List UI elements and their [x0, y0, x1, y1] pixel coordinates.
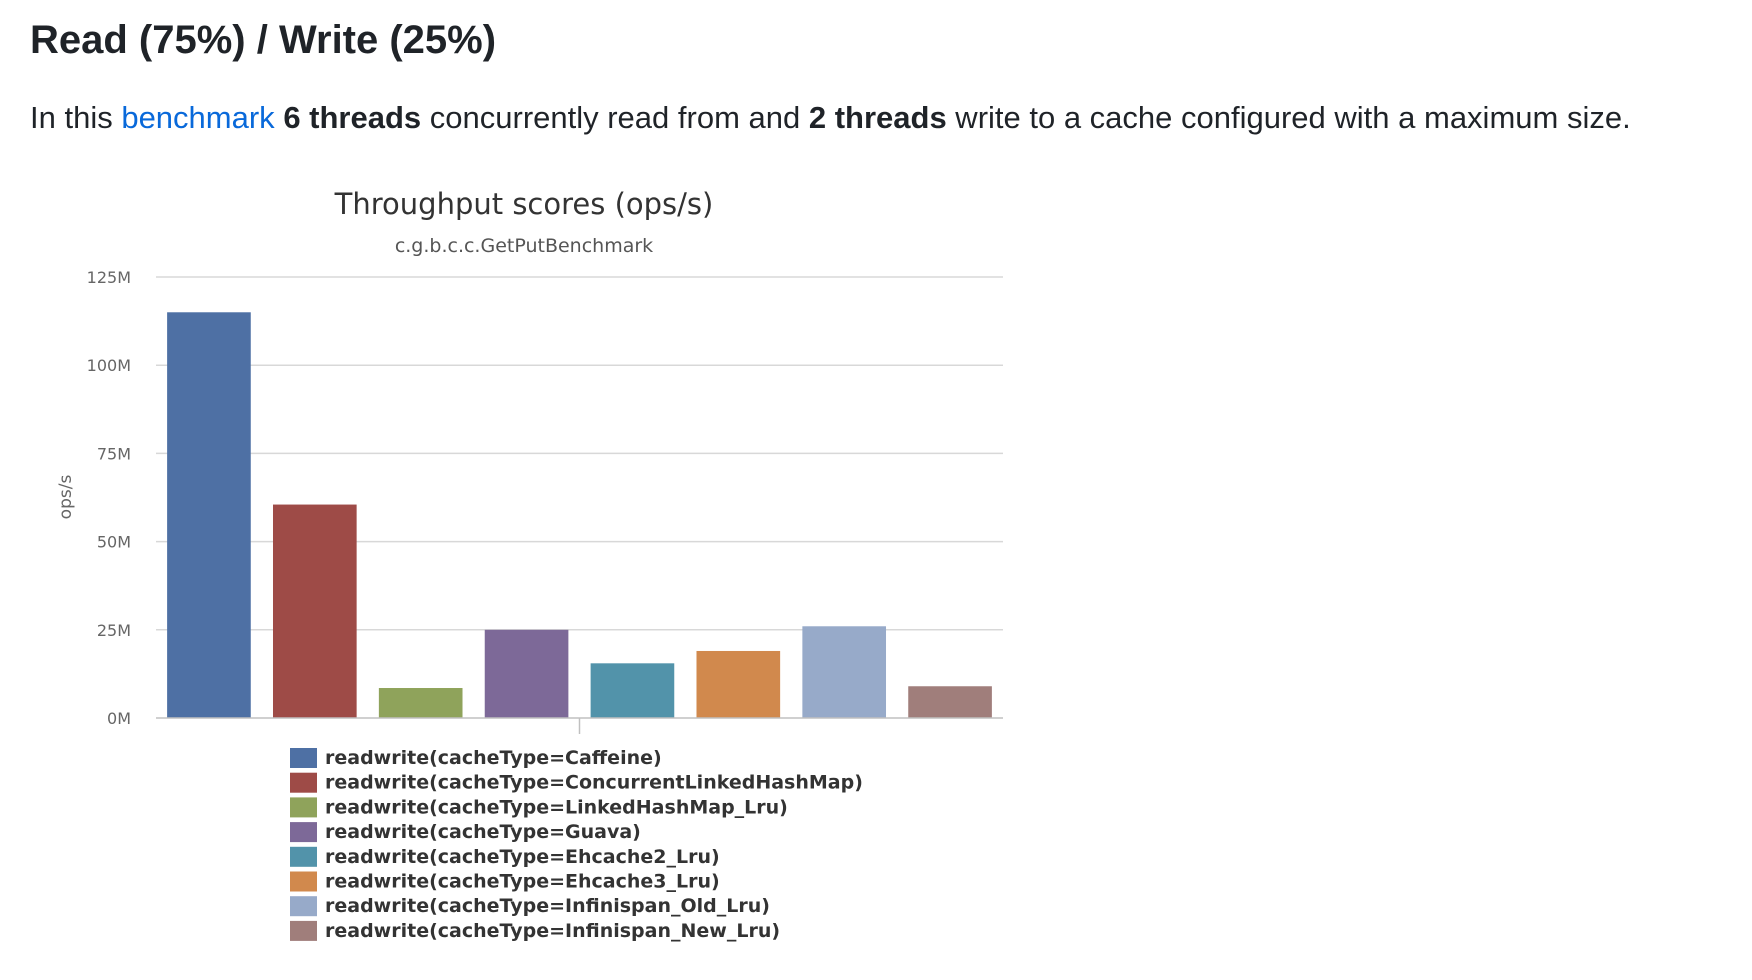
intro-prefix: In this — [30, 100, 122, 135]
intro-paragraph: In this benchmark 6 threads concurrently… — [30, 96, 1631, 140]
legend-label[interactable]: readwrite(cacheType=LinkedHashMap_Lru) — [325, 796, 788, 818]
bar[interactable] — [696, 650, 781, 718]
legend-swatch — [290, 772, 317, 793]
y-tick-label: 100M — [87, 356, 131, 375]
legend-label[interactable]: readwrite(cacheType=Ehcache3_Lru) — [325, 871, 720, 893]
legend-swatch — [290, 846, 317, 867]
page-heading: Read (75%) / Write (25%) — [30, 18, 497, 62]
intro-middle: concurrently read from and — [421, 100, 809, 135]
bar[interactable] — [378, 688, 463, 718]
legend-label[interactable]: readwrite(cacheType=Infinispan_Old_Lru) — [325, 895, 770, 917]
bar[interactable] — [167, 312, 251, 718]
chart-subtitle: c.g.b.c.c.GetPutBenchmark — [395, 235, 653, 257]
axes: 0M 25M 50M 75M 100M 125M — [87, 268, 1003, 734]
bar[interactable] — [484, 629, 569, 718]
grid-lines — [156, 276, 1003, 631]
writers-count: 2 threads — [808, 100, 947, 135]
benchmark-link[interactable]: benchmark — [121, 100, 274, 135]
throughput-chart: Throughput scores (ops/s) c.g.b.c.c.GetP… — [0, 0, 1752, 980]
legend-swatch — [290, 896, 317, 917]
y-tick-label: 0M — [107, 709, 131, 728]
legend-swatch — [290, 920, 317, 941]
chart-svg: Throughput scores (ops/s) c.g.b.c.c.GetP… — [56, 187, 1003, 942]
y-tick-label: 75M — [97, 444, 131, 463]
y-tick-label: 125M — [87, 268, 131, 287]
legend-label[interactable]: readwrite(cacheType=Ehcache2_Lru) — [325, 846, 720, 868]
readers-count: 6 threads — [283, 100, 422, 135]
legend-label[interactable]: readwrite(cacheType=ConcurrentLinkedHash… — [325, 772, 863, 794]
legend-swatch — [290, 871, 317, 892]
intro-suffix: write to a cache configured with a maxim… — [946, 100, 1631, 135]
legend-label[interactable]: readwrite(cacheType=Caffeine) — [325, 747, 662, 769]
y-tick-label: 50M — [97, 533, 131, 552]
bar[interactable] — [272, 504, 357, 718]
legend-swatch — [290, 797, 317, 818]
legend: readwrite(cacheType=Caffeine) readwrite(c… — [290, 747, 863, 942]
y-axis-title: ops/s — [56, 475, 76, 520]
legend-swatch — [290, 748, 317, 768]
legend-swatch — [290, 822, 317, 843]
chart-title: Throughput scores (ops/s) — [334, 187, 714, 221]
bar[interactable] — [590, 663, 675, 718]
bar[interactable] — [908, 686, 992, 718]
legend-label[interactable]: readwrite(cacheType=Infinispan_New_Lru) — [325, 920, 780, 942]
y-tick-label: 25M — [97, 621, 131, 640]
legend-label[interactable]: readwrite(cacheType=Guava) — [325, 821, 641, 843]
bar[interactable] — [802, 626, 887, 718]
bars — [167, 312, 992, 718]
